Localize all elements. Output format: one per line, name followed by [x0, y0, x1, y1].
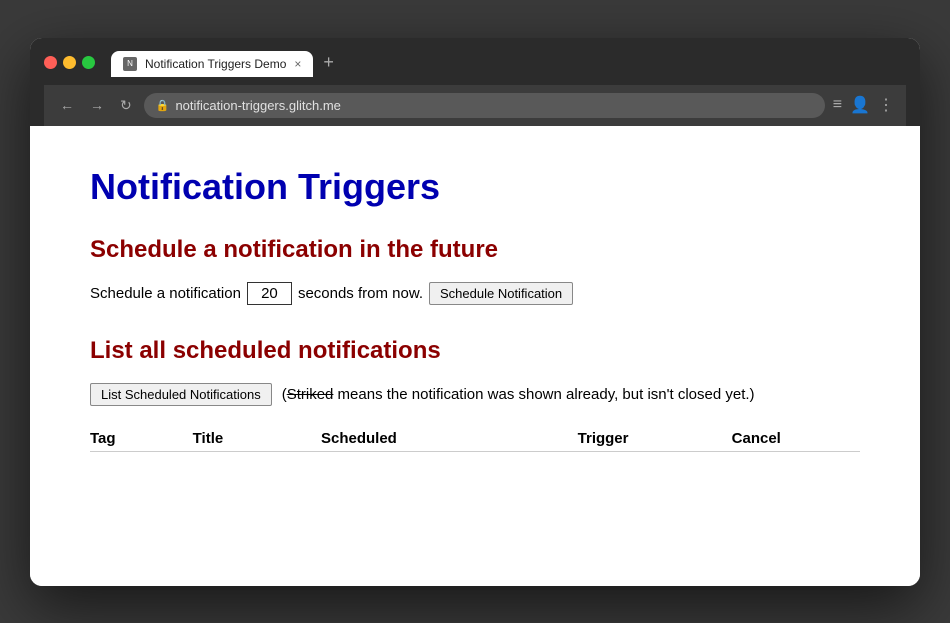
tab-favicon-letter: N: [127, 59, 133, 68]
browser-toolbar: ← → ↻ 🔒 notification-triggers.glitch.me …: [44, 85, 906, 126]
traffic-lights: [44, 56, 95, 69]
tab-bar: N Notification Triggers Demo × +: [111, 48, 342, 77]
minimize-traffic-light[interactable]: [63, 56, 76, 69]
reload-button[interactable]: ↻: [116, 96, 136, 114]
lock-icon: 🔒: [156, 99, 170, 112]
note-suffix: means the notification was shown already…: [333, 386, 754, 403]
seconds-input[interactable]: [247, 282, 292, 305]
col-header-trigger: Trigger: [578, 426, 732, 452]
toolbar-right-icons: ≡ 👤 ⋮: [833, 95, 894, 115]
tab-title: Notification Triggers Demo: [145, 57, 286, 71]
schedule-label-after: seconds from now.: [298, 285, 423, 302]
col-header-tag: Tag: [90, 426, 193, 452]
list-section: List all scheduled notifications List Sc…: [90, 337, 860, 452]
col-header-scheduled: Scheduled: [321, 426, 578, 452]
notifications-table: Tag Title Scheduled Trigger Cancel: [90, 426, 860, 452]
reading-list-icon[interactable]: ≡: [833, 96, 842, 114]
active-tab[interactable]: N Notification Triggers Demo ×: [111, 51, 313, 77]
titlebar-top: N Notification Triggers Demo × +: [44, 48, 906, 77]
section2-heading: List all scheduled notifications: [90, 337, 860, 365]
account-icon[interactable]: 👤: [850, 95, 870, 115]
new-tab-button[interactable]: +: [315, 48, 342, 77]
tab-close-button[interactable]: ×: [294, 58, 301, 70]
address-bar[interactable]: 🔒 notification-triggers.glitch.me: [144, 93, 825, 118]
list-scheduled-notifications-button[interactable]: List Scheduled Notifications: [90, 383, 272, 406]
note-strikethrough: Striked: [287, 386, 334, 403]
close-traffic-light[interactable]: [44, 56, 57, 69]
list-row: List Scheduled Notifications (Striked me…: [90, 383, 860, 406]
forward-button[interactable]: →: [86, 96, 108, 114]
schedule-label-before: Schedule a notification: [90, 285, 241, 302]
browser-window: N Notification Triggers Demo × + ← → ↻ 🔒…: [30, 38, 920, 586]
url-text: notification-triggers.glitch.me: [175, 98, 812, 113]
back-button[interactable]: ←: [56, 96, 78, 114]
maximize-traffic-light[interactable]: [82, 56, 95, 69]
strikethrough-note: (Striked means the notification was show…: [282, 386, 755, 403]
page-content: Notification Triggers Schedule a notific…: [30, 126, 920, 586]
schedule-row: Schedule a notification seconds from now…: [90, 282, 860, 305]
col-header-title: Title: [193, 426, 321, 452]
table-header-row: Tag Title Scheduled Trigger Cancel: [90, 426, 860, 452]
schedule-notification-button[interactable]: Schedule Notification: [429, 282, 573, 305]
browser-titlebar: N Notification Triggers Demo × + ← → ↻ 🔒…: [30, 38, 920, 126]
more-options-icon[interactable]: ⋮: [878, 95, 894, 115]
page-title: Notification Triggers: [90, 166, 860, 208]
section1-heading: Schedule a notification in the future: [90, 236, 860, 264]
tab-favicon: N: [123, 57, 137, 71]
col-header-cancel: Cancel: [732, 426, 860, 452]
